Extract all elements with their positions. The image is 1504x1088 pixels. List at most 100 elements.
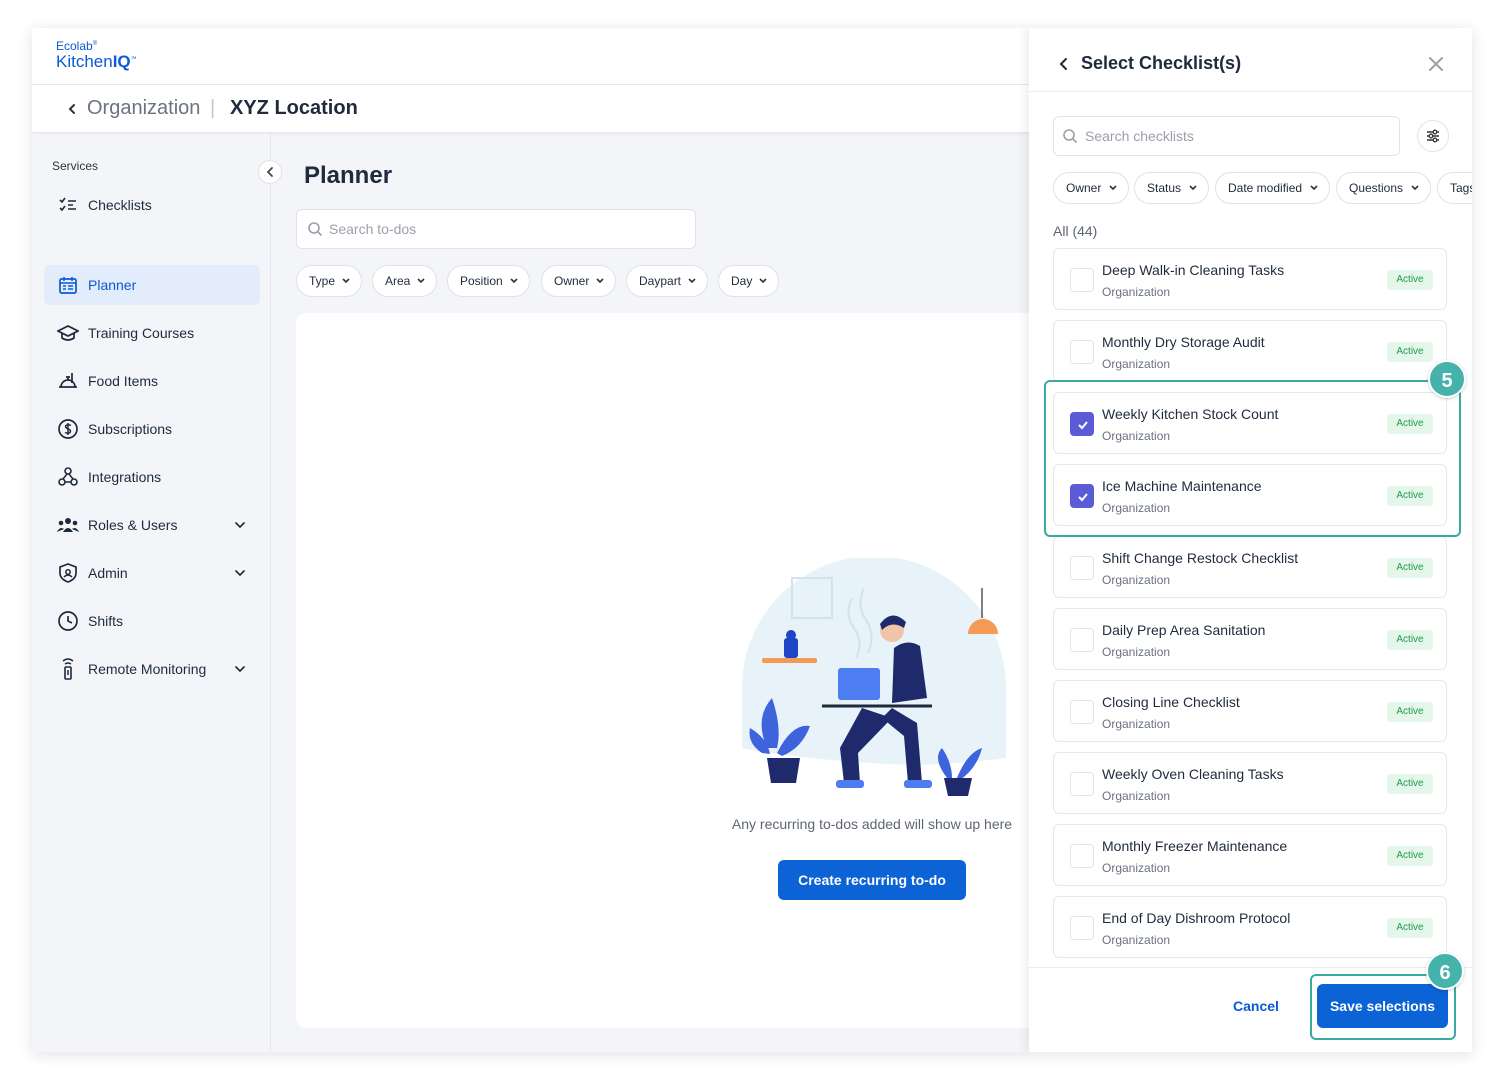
filter-label: Area — [385, 274, 411, 288]
filter-settings-button[interactable] — [1417, 120, 1449, 152]
sidebar-title: Services — [52, 159, 99, 173]
filter-label: Questions — [1349, 181, 1404, 195]
sidebar-item-label: Shifts — [88, 613, 124, 629]
checklist-owner: Organization — [1102, 789, 1171, 803]
sidebar-item-integrations[interactable]: Integrations — [44, 457, 260, 497]
filter-date-modified[interactable]: Date modified — [1215, 172, 1331, 204]
kitcheniq-logo[interactable]: Ecolab® KitchenIQ™ — [56, 40, 137, 70]
checklist-item[interactable]: Monthly Dry Storage Audit Organization A… — [1053, 320, 1447, 382]
checklist-name: Monthly Freezer Maintenance — [1102, 838, 1288, 854]
checkbox[interactable] — [1070, 628, 1094, 652]
sidebar-item-planner[interactable]: Planner — [44, 265, 260, 305]
checklist-item[interactable]: Deep Walk-in Cleaning Tasks Organization… — [1053, 248, 1447, 310]
checklist-owner: Organization — [1102, 285, 1171, 299]
logo-ecolab-text: Ecolab — [56, 39, 93, 53]
status-badge: Active — [1387, 702, 1433, 722]
checkbox[interactable] — [1070, 700, 1094, 724]
sidebar-item-label: Training Courses — [88, 325, 195, 341]
sidebar-item-label: Subscriptions — [88, 421, 173, 437]
chevron-left-icon[interactable] — [1057, 56, 1071, 72]
chevron-down-icon — [510, 278, 518, 284]
sidebar-item-label: Food Items — [88, 373, 159, 389]
checkbox[interactable] — [1070, 268, 1094, 292]
search-checklists-input[interactable] — [1085, 126, 1385, 146]
collapse-sidebar-button[interactable] — [258, 160, 282, 184]
page-title: Planner — [304, 162, 393, 189]
checklist-item[interactable]: Daily Prep Area Sanitation Organization … — [1053, 608, 1447, 670]
filter-area[interactable]: Area — [372, 265, 438, 297]
sidebar-item-shifts[interactable]: Shifts — [44, 601, 260, 641]
sidebar-item-food-items[interactable]: Food Items — [44, 361, 260, 401]
search-checklists-box[interactable] — [1053, 116, 1400, 156]
sidebar-item-roles-users[interactable]: Roles & Users — [44, 505, 260, 545]
search-todos-box[interactable] — [296, 209, 696, 249]
filter-daypart[interactable]: Daypart — [626, 265, 709, 297]
chevron-down-icon — [1189, 185, 1197, 191]
filter-type[interactable]: Type — [296, 265, 363, 297]
sidebar-item-subscriptions[interactable]: Subscriptions — [44, 409, 260, 449]
checklist-item[interactable]: Ice Machine Maintenance Organization Act… — [1053, 464, 1447, 526]
app-window: Ecolab® KitchenIQ™ Organization | XYZ Lo… — [32, 28, 1472, 1052]
checklist-owner: Organization — [1102, 933, 1171, 947]
sliders-icon — [1427, 129, 1439, 143]
cancel-button[interactable]: Cancel — [1217, 984, 1295, 1028]
checklist-item[interactable]: Closing Line Checklist Organization Acti… — [1053, 680, 1447, 742]
checkbox[interactable] — [1070, 556, 1094, 580]
chevron-down-icon — [688, 278, 696, 284]
filter-owner[interactable]: Owner — [541, 265, 617, 297]
checklist-item[interactable]: Monthly Freezer Maintenance Organization… — [1053, 824, 1447, 886]
empty-state-text: Any recurring to-dos added will show up … — [731, 816, 1013, 832]
create-recurring-todo-button[interactable]: Create recurring to-do — [778, 860, 966, 900]
checklist-item[interactable]: Weekly Kitchen Stock Count Organization … — [1053, 392, 1447, 454]
chevron-down-icon[interactable] — [234, 661, 246, 677]
sidebar-item-label: Admin — [88, 565, 128, 581]
breadcrumb-parent[interactable]: Organization — [87, 97, 200, 120]
close-icon[interactable] — [1427, 55, 1445, 73]
filter-tags[interactable]: Tags — [1437, 172, 1472, 204]
status-badge: Active — [1387, 774, 1433, 794]
status-badge: Active — [1387, 270, 1433, 290]
checkbox[interactable] — [1070, 772, 1094, 796]
status-badge: Active — [1387, 558, 1433, 578]
checklist-owner: Organization — [1102, 501, 1171, 515]
checklist-name: Monthly Dry Storage Audit — [1102, 334, 1265, 350]
checkbox[interactable] — [1070, 340, 1094, 364]
filter-status[interactable]: Status — [1134, 172, 1210, 204]
filter-questions[interactable]: Questions — [1336, 172, 1432, 204]
checklist-item[interactable]: Shift Change Restock Checklist Organizat… — [1053, 536, 1447, 598]
status-badge: Active — [1387, 486, 1433, 506]
sidebar-item-training-courses[interactable]: Training Courses — [44, 313, 260, 353]
checkbox-checked[interactable] — [1070, 484, 1094, 508]
search-icon — [308, 222, 323, 237]
status-badge: Active — [1387, 846, 1433, 866]
breadcrumb-current: XYZ Location — [230, 97, 358, 119]
sidebar-item-admin[interactable]: Admin — [44, 553, 260, 593]
search-todos-input[interactable] — [329, 219, 669, 239]
sidebar-item-remote-monitoring[interactable]: Remote Monitoring — [44, 649, 260, 689]
chevron-down-icon[interactable] — [234, 517, 246, 533]
filter-owner[interactable]: Owner — [1053, 172, 1130, 204]
chevron-left-icon — [266, 167, 273, 177]
checkbox[interactable] — [1070, 916, 1094, 940]
logo-kitchen-text: Kitchen — [56, 52, 113, 71]
checkbox[interactable] — [1070, 844, 1094, 868]
checklist-name: Shift Change Restock Checklist — [1102, 550, 1299, 566]
checklist-owner: Organization — [1102, 645, 1171, 659]
dollar-circle-icon — [56, 417, 80, 441]
check-icon — [1078, 493, 1088, 502]
sidebar-item-label: Integrations — [88, 469, 162, 485]
save-selections-button[interactable]: Save selections — [1317, 984, 1448, 1028]
chevron-down-icon[interactable] — [234, 565, 246, 581]
chevron-down-icon — [596, 278, 604, 284]
checklist-item[interactable]: Weekly Oven Cleaning Tasks Organization … — [1053, 752, 1447, 814]
chevron-left-icon[interactable] — [64, 99, 80, 119]
filter-label: Owner — [1066, 181, 1102, 195]
sidebar-item-checklists[interactable]: Checklists — [44, 185, 260, 225]
filter-day[interactable]: Day — [718, 265, 780, 297]
checkbox-checked[interactable] — [1070, 412, 1094, 436]
checklist-name: Ice Machine Maintenance — [1102, 478, 1262, 494]
check-icon — [1078, 421, 1088, 430]
filter-position[interactable]: Position — [447, 265, 530, 297]
chevron-down-icon — [417, 278, 425, 284]
checklist-item[interactable]: End of Day Dishroom Protocol Organizatio… — [1053, 896, 1447, 958]
